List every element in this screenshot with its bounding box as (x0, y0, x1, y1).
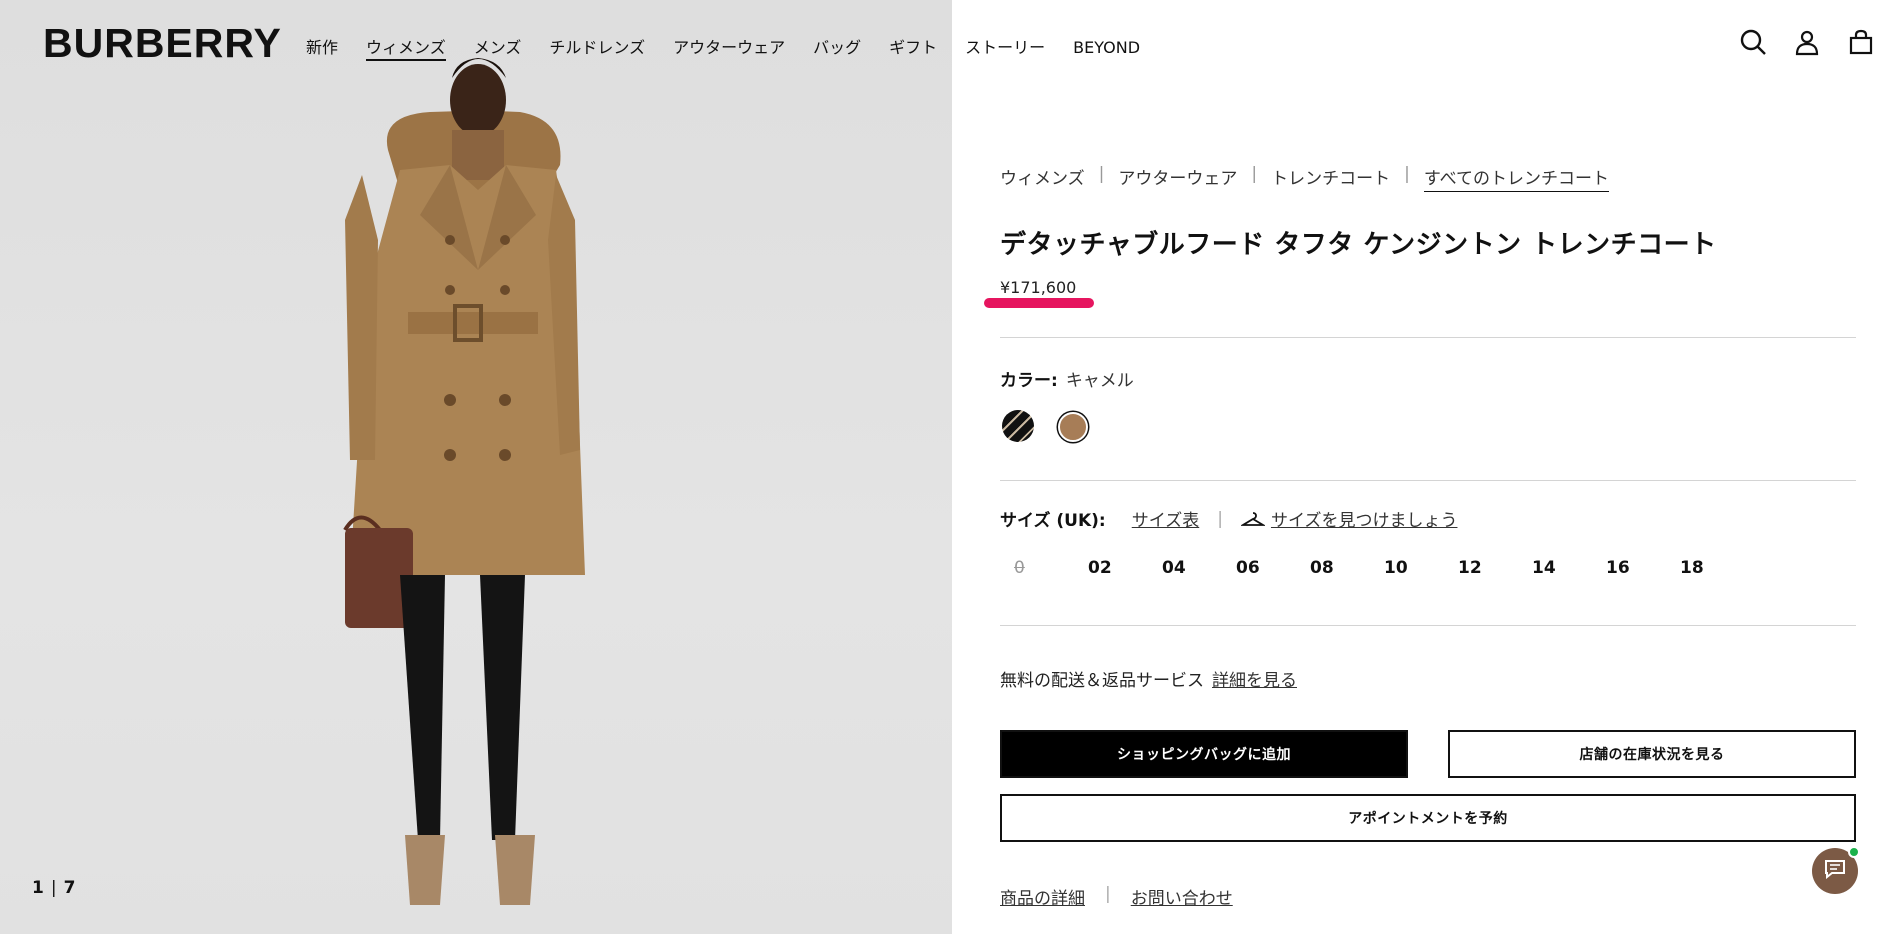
size-option-12[interactable]: 12 (1458, 558, 1532, 578)
nav-gifts[interactable]: ギフト (889, 38, 937, 61)
size-option-16[interactable]: 16 (1606, 558, 1680, 578)
shipping-text: 無料の配送＆返品サービス (1000, 671, 1204, 691)
search-icon[interactable] (1739, 28, 1767, 56)
size-option-14[interactable]: 14 (1532, 558, 1606, 578)
product-image[interactable]: 1 | 7 (0, 0, 952, 934)
pager-current: 1 (32, 878, 45, 898)
account-icon[interactable] (1793, 28, 1821, 56)
divider (1000, 625, 1856, 626)
color-label: カラー: (1000, 371, 1058, 391)
add-to-bag-button[interactable]: ショッピングバッグに追加 (1000, 730, 1408, 778)
swatch-check-pattern[interactable] (1002, 410, 1034, 442)
breadcrumb-womens[interactable]: ウィメンズ (1000, 164, 1085, 192)
nav-womens[interactable]: ウィメンズ (366, 38, 446, 61)
gallery-pager: 1 | 7 (32, 878, 76, 898)
size-selector-header: サイズ (UK): サイズ表 | サイズを見つけましょう (1000, 506, 1458, 532)
size-label: サイズ (UK): (1000, 511, 1106, 531)
size-option-18[interactable]: 18 (1680, 558, 1754, 578)
size-options: 0 02 04 06 08 10 12 14 16 18 (1014, 558, 1754, 578)
burberry-logo[interactable]: BURBERRY (43, 20, 282, 67)
size-option-0[interactable]: 0 (1014, 558, 1088, 578)
nav-bags[interactable]: バッグ (813, 38, 861, 61)
size-option-02[interactable]: 02 (1088, 558, 1162, 578)
chat-icon (1824, 859, 1846, 883)
nav-beyond[interactable]: BEYOND (1073, 38, 1140, 61)
header-icons (1739, 28, 1875, 56)
breadcrumb-trench-coats[interactable]: トレンチコート (1271, 164, 1390, 192)
shopping-bag-icon[interactable] (1847, 28, 1875, 56)
divider (1000, 480, 1856, 481)
shipping-info: 無料の配送＆返品サービス 詳細を見る (1000, 666, 1297, 691)
price-highlight-annotation (984, 298, 1094, 308)
breadcrumb-outerwear[interactable]: アウターウェア (1118, 164, 1237, 192)
breadcrumb-separator: | (1404, 164, 1410, 184)
product-price: ¥171,600 (1000, 278, 1077, 297)
pager-total: 7 (63, 878, 77, 898)
nav-childrens[interactable]: チルドレンズ (549, 38, 645, 61)
size-option-08[interactable]: 08 (1310, 558, 1384, 578)
online-status-dot (1848, 846, 1860, 858)
size-finder-link[interactable]: サイズを見つけましょう (1271, 506, 1458, 531)
breadcrumb-separator: | (1098, 164, 1105, 184)
nav-outerwear[interactable]: アウターウェア (673, 38, 785, 61)
breadcrumb-all-trench-coats[interactable]: すべてのトレンチコート (1423, 164, 1610, 192)
nav-mens[interactable]: メンズ (474, 38, 522, 61)
product-footer-links: 商品の詳細 | お問い合わせ (1000, 884, 1233, 909)
breadcrumb-separator: | (1251, 164, 1258, 184)
size-option-06[interactable]: 06 (1236, 558, 1310, 578)
size-option-10[interactable]: 10 (1384, 558, 1458, 578)
size-chart-link[interactable]: サイズ表 (1132, 506, 1200, 531)
chat-button[interactable] (1812, 846, 1860, 894)
product-details-link[interactable]: 商品の詳細 (1000, 884, 1085, 909)
size-separator: | (1217, 508, 1223, 529)
footer-separator: | (1105, 884, 1111, 904)
shipping-details-link[interactable]: 詳細を見る (1212, 671, 1297, 691)
model-wearing-trench-coat (343, 58, 585, 905)
hanger-icon (1239, 511, 1267, 527)
product-title: デタッチャブルフード タフタ ケンジントン トレンチコート (1000, 230, 1717, 260)
nav-stories[interactable]: ストーリー (965, 38, 1045, 61)
pager-separator: | (50, 878, 58, 898)
nav-new[interactable]: 新作 (306, 38, 338, 61)
main-nav: 新作 ウィメンズ メンズ チルドレンズ アウターウェア バッグ ギフト ストーリ… (306, 38, 1168, 61)
breadcrumb: ウィメンズ | アウターウェア | トレンチコート | すべてのトレンチコート (1000, 164, 1610, 192)
book-appointment-button[interactable]: アポイントメントを予約 (1000, 794, 1856, 842)
color-selector-label: カラー: キャメル (1000, 366, 1134, 391)
divider (1000, 337, 1856, 338)
color-value: キャメル (1065, 371, 1134, 391)
size-option-04[interactable]: 04 (1162, 558, 1236, 578)
store-stock-button[interactable]: 店舗の在庫状況を見る (1448, 730, 1856, 778)
contact-link[interactable]: お問い合わせ (1131, 884, 1233, 909)
swatch-camel[interactable] (1058, 412, 1088, 442)
